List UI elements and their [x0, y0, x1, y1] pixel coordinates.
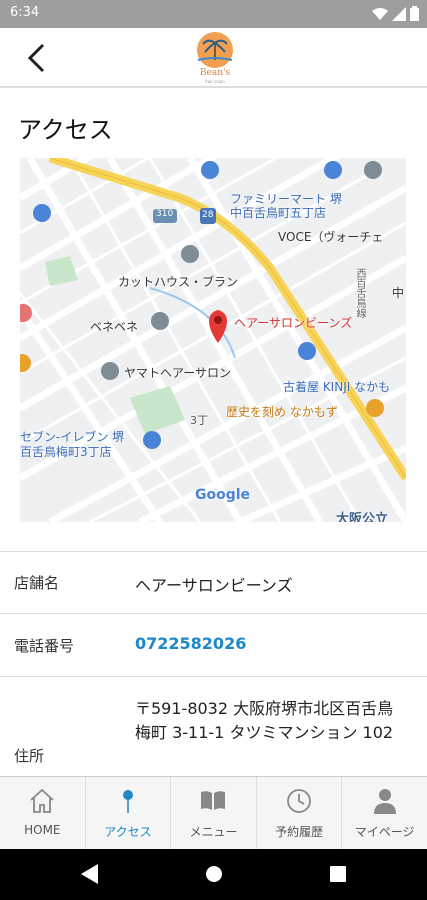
address-row: 住所 〒591-8032 大阪府堺市北区百舌鳥梅町 3-11-1 タツミマンショ…	[0, 676, 427, 776]
status-bar: 6:34	[0, 0, 427, 28]
brand-logo: Bean's hair salon	[190, 30, 240, 86]
map-label-road-310: 310	[156, 209, 174, 219]
system-recents-icon[interactable]	[328, 863, 348, 885]
nav-reservations-label: 予約履歴	[275, 825, 324, 839]
page-title: アクセス	[18, 116, 113, 144]
app-header: Bean's hair salon	[0, 28, 427, 88]
nav-home-label: HOME	[24, 823, 61, 837]
map-label-naka: 中	[392, 286, 405, 300]
system-back-icon[interactable]	[80, 863, 100, 885]
map-label-voce: VOCE（ヴォーチェ	[278, 230, 384, 244]
nav-access-label: アクセス	[104, 825, 152, 839]
status-icons	[372, 6, 419, 21]
home-icon	[30, 788, 54, 813]
nav-menu-label: メニュー	[189, 825, 238, 839]
map-label-familymart: ファミリーマート 堺 中百舌鳥町五丁店	[230, 192, 342, 220]
chevron-left-icon	[27, 43, 45, 73]
map[interactable]: ファミリーマート 堺 中百舌鳥町五丁店 VOCE（ヴォーチェ カットハウス・ブラ…	[20, 158, 406, 522]
nav-mypage-label: マイページ	[354, 825, 415, 839]
nav-home[interactable]: HOME	[0, 777, 86, 849]
battery-icon	[410, 6, 419, 21]
map-label-yamato: ヤマトヘアーサロン	[124, 366, 232, 380]
clock-icon	[287, 789, 311, 813]
signal-icon	[392, 6, 406, 21]
google-logo: Google	[195, 487, 251, 503]
system-nav-bar	[0, 849, 427, 900]
bottom-nav: HOME アクセス メニュー 予約履歴 マイページ	[0, 776, 427, 849]
nav-reservations[interactable]: 予約履歴	[257, 777, 343, 849]
address-value: 〒591-8032 大阪府堺市北区百舌鳥梅町 3-11-1 タツミマンション 1…	[135, 699, 394, 742]
status-time: 6:34	[10, 5, 40, 20]
map-label-seven-eleven: セブン-イレブン 堺 百舌鳥梅町3丁店	[20, 430, 125, 459]
map-label-cut-house: カットハウス・ブラン	[118, 275, 239, 289]
map-label-history: 歴史を刻め なかもず	[226, 405, 338, 419]
person-icon	[373, 789, 396, 814]
map-label-nishi: 西百舌鳥線	[354, 268, 365, 318]
map-label-kinji: 古着屋 KINJI なかも	[283, 380, 391, 394]
phone-link[interactable]: 0722582026	[135, 634, 246, 653]
pin-icon	[122, 790, 133, 813]
map-label-salon: ヘアーサロンビーンズ	[234, 316, 353, 330]
map-label-osaka: 大阪公立	[336, 512, 389, 522]
back-button[interactable]	[18, 38, 54, 78]
logo-text: Bean's	[199, 68, 231, 78]
store-name-value: ヘアーサロンビーンズ	[135, 576, 293, 595]
address-label: 住所	[14, 747, 45, 765]
nav-menu[interactable]: メニュー	[171, 777, 257, 849]
phone-label: 電話番号	[14, 637, 75, 655]
book-icon	[201, 791, 226, 810]
wifi-icon	[372, 7, 388, 20]
nav-mypage[interactable]: マイページ	[342, 777, 427, 849]
map-label-road-28: 28	[202, 210, 214, 220]
phone-row: 電話番号 0722582026	[0, 613, 427, 676]
store-name-row: 店舗名 ヘアーサロンビーンズ	[0, 551, 427, 613]
logo-subtext: hair salon	[205, 79, 225, 84]
map-label-bebe: ベネベネ	[90, 320, 139, 334]
map-label-sanchome: 3丁	[190, 414, 208, 427]
nav-access[interactable]: アクセス	[86, 777, 172, 849]
store-name-label: 店舗名	[14, 574, 60, 592]
system-home-icon[interactable]	[204, 863, 224, 885]
